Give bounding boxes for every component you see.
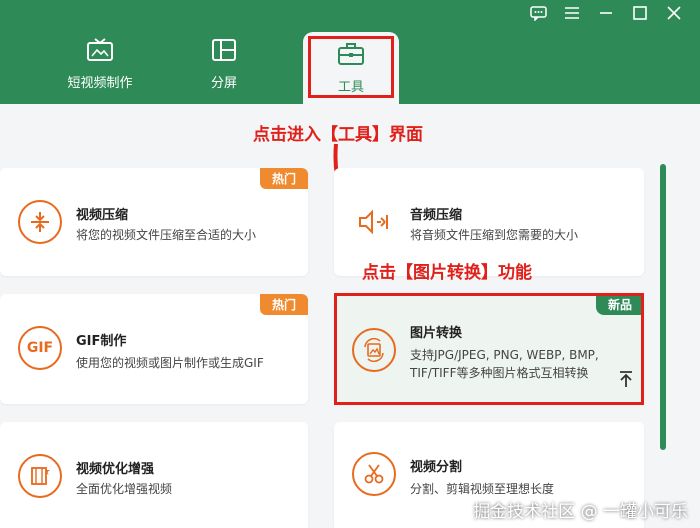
window-controls (528, 4, 684, 22)
audio-compress-icon (352, 200, 396, 244)
tab-split-screen[interactable]: 分屏 (176, 36, 272, 104)
card-video-compress[interactable]: 视频压缩 将您的视频文件压缩至合适的大小 热门 (0, 168, 308, 276)
tools-tab-highlight (308, 36, 394, 98)
split-screen-icon (176, 36, 272, 64)
hot-badge: 热门 (259, 168, 308, 189)
card-title: 音频压缩 (410, 208, 463, 223)
film-enhance-icon (18, 454, 62, 498)
annotation-middle: 点击【图片转换】功能 (362, 263, 532, 283)
card-desc: 将音频文件压缩到您需要的大小 (410, 228, 579, 242)
tab-label: 短视频制作 (67, 76, 133, 91)
card-title: 视频优化增强 (76, 462, 155, 477)
tab-label: 分屏 (210, 76, 237, 91)
card-video-enhance[interactable]: 视频优化增强 全面优化增强视频 (0, 422, 308, 528)
card-desc: 使用您的视频或图片制作或生成GIF (76, 356, 264, 370)
card-title: GIF制作 (76, 334, 127, 349)
hot-badge: 热门 (259, 294, 308, 315)
gif-icon-text: GIF (26, 340, 54, 356)
watermark: 掘金技术社区 @ 一罐小可乐 (473, 502, 688, 522)
minimize-icon[interactable] (596, 4, 616, 22)
card-desc: 分割、剪辑视频至理想长度 (410, 482, 555, 496)
card-title: 视频分割 (410, 460, 463, 475)
scrollbar[interactable] (660, 164, 666, 450)
card-desc: 全面优化增强视频 (76, 482, 173, 496)
scissors-icon (352, 452, 396, 496)
card-desc: 将您的视频文件压缩至合适的大小 (76, 228, 257, 242)
gif-icon: GIF (18, 326, 62, 370)
card-title: 视频压缩 (76, 208, 129, 223)
image-convert-highlight (334, 293, 644, 405)
card-gif-maker[interactable]: GIF GIF制作 使用您的视频或图片制作或生成GIF 热门 (0, 294, 308, 404)
maximize-icon[interactable] (630, 4, 650, 22)
menu-icon[interactable] (562, 4, 582, 22)
tv-icon (52, 36, 148, 64)
close-icon[interactable] (664, 4, 684, 22)
tab-short-video[interactable]: 短视频制作 (52, 36, 148, 104)
chat-icon[interactable] (528, 4, 548, 22)
compress-icon (18, 200, 62, 244)
